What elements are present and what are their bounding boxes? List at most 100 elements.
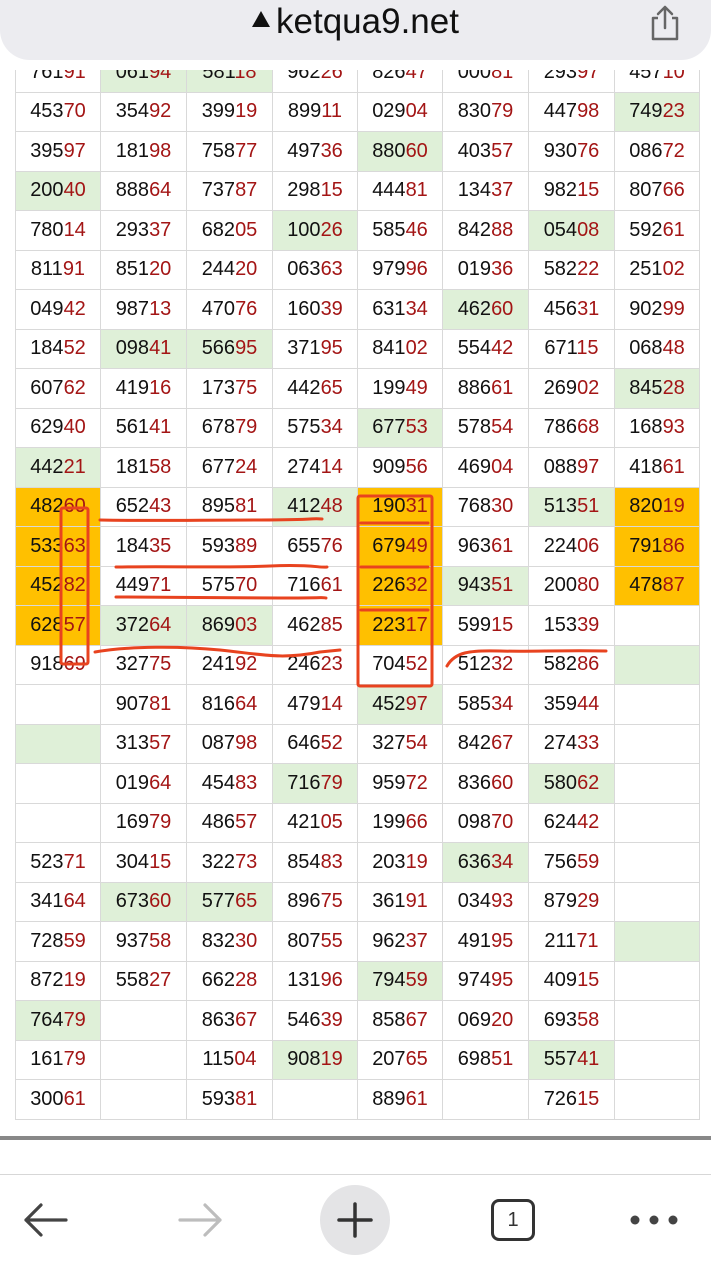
number-prefix: 842	[457, 218, 492, 241]
number-prefix: 698	[457, 1048, 492, 1071]
number-last-two-digits: 21	[63, 455, 86, 478]
number-prefix: 054	[543, 218, 578, 241]
table-row: 16979 48657 42105 19966 09870 62442	[15, 802, 700, 843]
number-last-two-digits: 80	[577, 574, 600, 597]
result-cell: 40915	[528, 960, 615, 1001]
number-last-two-digits: 96	[320, 969, 343, 992]
share-icon[interactable]	[646, 4, 684, 42]
result-cell: 41861	[614, 447, 700, 488]
tabs-icon: 1	[491, 1199, 535, 1241]
number-last-two-digits: 32	[405, 574, 428, 597]
number-prefix: 872	[30, 969, 64, 992]
number-last-two-digits: 98	[149, 139, 172, 162]
number-prefix: 943	[457, 574, 492, 597]
number-last-two-digits: 15	[491, 613, 514, 636]
number-prefix: 469	[457, 455, 492, 478]
result-cell: 67360	[100, 881, 187, 922]
number-prefix: 447	[543, 100, 578, 123]
number-prefix: 453	[30, 100, 64, 123]
result-cell: 93076	[528, 131, 615, 172]
number-last-two-digits: 61	[320, 574, 343, 597]
result-cell: 97996	[357, 249, 443, 290]
number-prefix: 115	[202, 1048, 235, 1071]
number-last-two-digits: 51	[577, 495, 600, 518]
number-prefix: 161	[30, 1048, 64, 1071]
url-pill[interactable]: ketqua9.net	[0, 0, 711, 60]
result-cell: 15339	[528, 605, 615, 646]
number-prefix: 274	[287, 455, 321, 478]
number-prefix: 842	[457, 732, 492, 755]
result-cell: 58222	[528, 249, 615, 290]
number-last-two-digits: 76	[320, 534, 343, 557]
result-cell	[614, 960, 700, 1001]
result-cell: 13437	[442, 170, 529, 211]
number-last-two-digits: 79	[491, 100, 514, 123]
number-last-two-digits: 20	[235, 258, 258, 281]
number-last-two-digits: 75	[235, 376, 258, 399]
number-last-two-digits: 27	[149, 969, 172, 992]
number-prefix: 491	[457, 929, 492, 952]
number-prefix: 513	[543, 495, 578, 518]
number-prefix: 575	[201, 574, 236, 597]
number-last-two-digits: 69	[63, 653, 86, 676]
number-prefix: 088	[543, 455, 578, 478]
result-cell	[614, 1079, 700, 1120]
result-cell: 85120	[100, 249, 187, 290]
result-cell: 42105	[272, 802, 358, 843]
number-last-two-digits: 92	[149, 100, 172, 123]
number-last-two-digits: 75	[320, 890, 343, 913]
number-last-two-digits: 83	[235, 771, 258, 794]
result-cell: 59261	[614, 210, 700, 251]
lottery-results-table-viewport[interactable]: 76191 06194 58118 96226 82647 00081 29397 45710…	[0, 70, 711, 1140]
number-prefix: 019	[115, 771, 150, 794]
number-prefix: 982	[543, 179, 578, 202]
number-prefix: 728	[30, 929, 64, 952]
number-last-two-digits: 19	[320, 1048, 343, 1071]
number-last-two-digits: 95	[235, 337, 258, 360]
result-cell	[614, 763, 700, 804]
number-last-two-digits: 52	[405, 653, 428, 676]
table-row: 90781 81664 47914 45297 58534 35944	[15, 684, 700, 725]
more-menu-button[interactable]	[624, 1185, 684, 1255]
number-prefix: 421	[287, 811, 321, 834]
number-last-two-digits: 15	[320, 179, 343, 202]
result-cell: 16039	[272, 289, 358, 330]
result-cell: 75877	[186, 131, 273, 172]
number-prefix: 034	[457, 890, 492, 913]
number-last-two-digits: 81	[149, 692, 172, 715]
result-cell: 44481	[357, 170, 443, 211]
result-cell	[100, 1039, 187, 1080]
number-last-two-digits: 96	[405, 258, 428, 281]
table-row: 45370 35492 39919 89911 02904 83079 44798 74923	[15, 91, 700, 132]
tabs-button[interactable]: 1	[488, 1185, 538, 1255]
result-cell: 27433	[528, 723, 615, 764]
number-last-two-digits: 03	[235, 613, 258, 636]
result-cell: 46285	[272, 605, 358, 646]
number-last-two-digits: 15	[576, 337, 599, 360]
new-tab-button[interactable]	[320, 1185, 390, 1255]
number-prefix: 869	[201, 613, 236, 636]
table-row: 04942 98713 47076 16039 63134 46260 45631 90299	[15, 289, 700, 330]
number-prefix: 756	[543, 850, 578, 873]
number-last-two-digits: 79	[149, 811, 172, 834]
result-cell: 66228	[186, 960, 273, 1001]
back-button[interactable]	[20, 1185, 70, 1255]
number-prefix: 444	[372, 179, 406, 202]
forward-button[interactable]	[176, 1185, 226, 1255]
url-text-container[interactable]: ketqua9.net	[0, 2, 711, 42]
result-cell: 76479	[15, 1000, 101, 1041]
number-last-two-digits: 39	[577, 613, 600, 636]
number-prefix: 300	[30, 1087, 64, 1110]
table-row: 45282 44971 57570 71661 22632 94351 20080 47887	[15, 565, 700, 606]
result-cell: 30061	[15, 1079, 101, 1120]
result-cell: 30415	[100, 842, 187, 883]
number-prefix: 533	[30, 534, 64, 557]
result-cell: 58062	[528, 763, 615, 804]
number-last-two-digits: 66	[405, 811, 428, 834]
number-last-two-digits: 34	[320, 416, 343, 439]
url-text[interactable]: ketqua9.net	[276, 2, 459, 41]
number-last-two-digits: 26	[320, 70, 343, 83]
result-cell: 22317	[357, 605, 443, 646]
number-last-two-digits: 60	[405, 139, 428, 162]
number-prefix: 371	[287, 337, 321, 360]
